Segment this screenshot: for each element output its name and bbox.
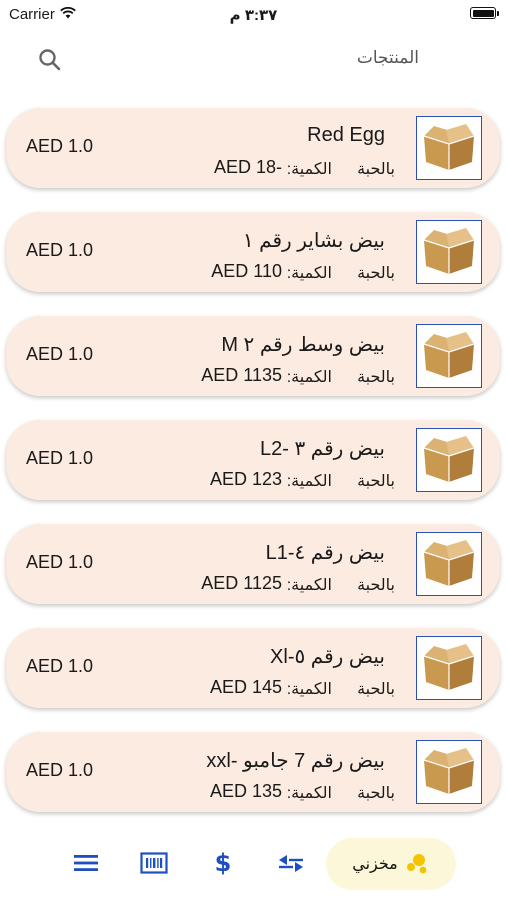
product-name: بيض رقم ٤-L1 — [265, 542, 385, 564]
nav-price[interactable]: $ — [204, 844, 242, 882]
product-price: AED 1.0 — [26, 240, 94, 260]
bottom-nav: $ مخزني — [0, 832, 507, 894]
quantity-value: AED 123 — [209, 469, 282, 489]
product-name: بيض بشاير رقم ١ — [242, 230, 385, 252]
product-card[interactable]: بيض وسط رقم ٢ M بالحبة الكمية: AED 1135 … — [6, 316, 500, 396]
quantity-label: الكمية: — [286, 681, 332, 698]
page-title: المنتجات — [356, 48, 419, 67]
product-unit: بالحبة — [357, 161, 395, 178]
search-button[interactable] — [36, 46, 64, 74]
product-unit: بالحبة — [357, 785, 395, 802]
product-price: AED 1.0 — [26, 136, 94, 156]
product-unit: بالحبة — [357, 577, 395, 594]
product-card[interactable]: بيض بشاير رقم ١ بالحبة الكمية: AED 110 A… — [6, 212, 500, 292]
swap-icon — [279, 855, 303, 872]
product-unit: بالحبة — [357, 369, 395, 386]
store-icon — [406, 854, 427, 874]
product-price: AED 1.0 — [26, 552, 94, 572]
product-card[interactable]: بيض رقم ٤-L1 بالحبة الكمية: AED 1125 AED… — [6, 524, 500, 604]
status-time: ٣:٣٧ م — [229, 7, 278, 24]
quantity-value: AED 110 — [211, 261, 282, 281]
product-name: بيض وسط رقم ٢ M — [221, 334, 385, 356]
product-card[interactable]: بيض رقم ٥-Xl بالحبة الكمية: AED 145 AED … — [6, 628, 500, 708]
box-icon — [422, 432, 476, 489]
quantity-label: الكمية: — [286, 785, 332, 802]
product-thumbnail — [416, 324, 482, 388]
quantity-label: الكمية: — [286, 369, 332, 386]
product-price: AED 1.0 — [26, 344, 94, 364]
product-thumbnail — [416, 740, 482, 804]
product-unit: بالحبة — [357, 473, 395, 490]
product-name: بيض رقم ٥-Xl — [270, 646, 385, 668]
nav-transfer[interactable] — [272, 844, 310, 882]
box-icon — [422, 744, 476, 801]
quantity-value: AED 1125 — [201, 573, 282, 593]
product-unit: بالحبة — [357, 681, 395, 698]
product-thumbnail — [416, 428, 482, 492]
box-icon — [422, 328, 476, 385]
box-icon — [422, 536, 476, 593]
product-price: AED 1.0 — [26, 760, 94, 780]
quantity-value: AED 18- — [213, 157, 282, 177]
menu-icon — [74, 855, 98, 871]
barcode-icon — [140, 852, 168, 874]
quantity-value: AED 135 — [209, 781, 282, 801]
nav-my-store[interactable]: مخزني — [326, 838, 456, 890]
quantity-label: الكمية: — [286, 577, 332, 594]
product-card[interactable]: بيض رقم ٣ -L2 بالحبة الكمية: AED 123 AED… — [6, 420, 500, 500]
quantity-value: AED 145 — [209, 677, 282, 697]
product-unit: بالحبة — [357, 265, 395, 282]
nav-barcode[interactable] — [135, 844, 173, 882]
search-icon — [39, 49, 61, 71]
product-card[interactable]: بيض رقم 7 جامبو -xxl بالحبة الكمية: AED … — [6, 732, 500, 812]
product-name: Red Egg — [307, 124, 385, 146]
app-header: المنتجات — [0, 30, 507, 90]
nav-my-store-label: مخزني — [352, 856, 398, 873]
product-price: AED 1.0 — [26, 656, 94, 676]
product-thumbnail — [416, 220, 482, 284]
product-name: بيض رقم ٣ -L2 — [260, 438, 385, 460]
nav-menu[interactable] — [67, 844, 105, 882]
box-icon — [422, 120, 476, 177]
battery-icon — [470, 7, 499, 19]
quantity-label: الكمية: — [286, 265, 332, 282]
product-thumbnail — [416, 532, 482, 596]
product-name: بيض رقم 7 جامبو -xxl — [206, 750, 385, 772]
svg-text:$: $ — [215, 849, 232, 877]
product-card[interactable]: Red Egg بالحبة الكمية: AED 18- AED 1.0 — [6, 108, 500, 188]
dollar-icon: $ — [215, 849, 232, 877]
product-price: AED 1.0 — [26, 448, 94, 468]
quantity-label: الكمية: — [286, 473, 332, 490]
quantity-label: الكمية: — [286, 161, 332, 178]
quantity-value: AED 1135 — [201, 365, 282, 385]
product-thumbnail — [416, 636, 482, 700]
box-icon — [422, 224, 476, 281]
box-icon — [422, 640, 476, 697]
status-bar: Carrier ٣:٣٧ م — [0, 0, 507, 30]
product-thumbnail — [416, 116, 482, 180]
